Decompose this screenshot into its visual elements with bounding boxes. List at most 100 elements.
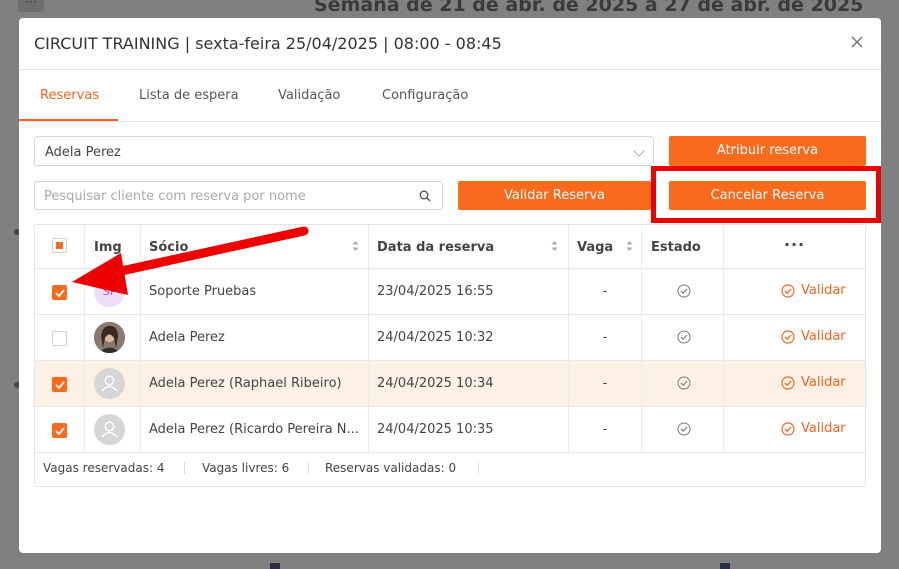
row-member-cell: Adela Perez (Raphael Ribeiro): [141, 361, 369, 406]
row-member-cell: Soporte Pruebas: [141, 269, 369, 314]
row-checkbox[interactable]: [52, 377, 67, 392]
check-circle-icon: [781, 422, 795, 436]
row-status-cell: [642, 407, 724, 452]
header-status-label: Estado: [651, 240, 701, 255]
validate-link[interactable]: Validar: [781, 375, 846, 390]
row-select-cell: [35, 315, 85, 360]
row-checkbox[interactable]: [52, 331, 67, 346]
search-input[interactable]: [44, 187, 404, 205]
reservation-date: 23/04/2025 16:55: [377, 284, 494, 299]
tab-configuracao[interactable]: Configuração: [382, 88, 468, 103]
reservation-date: 24/04/2025 10:32: [377, 330, 494, 345]
reserved-spots: Vagas reservadas: 4: [43, 461, 165, 475]
row-select-cell: [35, 407, 85, 452]
reservations-table: Img Sócio Data da reserva Vaga Estado ··…: [34, 224, 866, 487]
header-date-label: Data da reserva: [377, 240, 495, 255]
row-img-cell: [85, 315, 141, 360]
validate-reservation-button[interactable]: Validar Reserva: [458, 181, 651, 210]
row-img-cell: SP: [85, 269, 141, 314]
row-select-cell: [35, 269, 85, 314]
tab-validacao[interactable]: Validação: [278, 88, 340, 103]
row-checkbox[interactable]: [52, 285, 67, 300]
row-action-cell: Validar: [724, 361, 865, 406]
validate-label: Validar: [801, 375, 846, 390]
row-action-cell: Validar: [724, 269, 865, 314]
background-bar: [720, 563, 730, 569]
table-row[interactable]: SP Soporte Pruebas 23/04/2025 16:55 - Va…: [35, 269, 865, 315]
header-spot-label: Vaga: [577, 240, 614, 255]
select-all-checkbox[interactable]: [52, 238, 67, 253]
reservation-date: 24/04/2025 10:35: [377, 422, 494, 437]
spot-value: -: [602, 376, 608, 391]
sort-icon[interactable]: [626, 240, 633, 252]
reservations-modal: CIRCUIT TRAINING | sexta-feira 25/04/202…: [19, 18, 881, 553]
header-actions[interactable]: ···: [724, 225, 865, 268]
background-menu-button[interactable]: ···: [18, 0, 44, 12]
validate-label: Validar: [801, 283, 846, 298]
check-circle-icon: [677, 376, 691, 390]
avatar: SP: [94, 276, 125, 307]
member-name: Adela Perez (Raphael Ribeiro): [149, 376, 342, 391]
row-spot-cell: -: [569, 407, 642, 452]
row-date-cell: 24/04/2025 10:32: [369, 315, 569, 360]
validate-link[interactable]: Validar: [781, 329, 846, 344]
check-circle-icon: [677, 422, 691, 436]
check-circle-icon: [781, 284, 795, 298]
row-img-cell: [85, 361, 141, 406]
client-select[interactable]: Adela Perez: [34, 136, 654, 166]
row-status-cell: [642, 315, 724, 360]
validate-link[interactable]: Validar: [781, 283, 846, 298]
row-status-cell: [642, 269, 724, 314]
member-name: Soporte Pruebas: [149, 284, 257, 299]
divider: [184, 462, 185, 474]
row-img-cell: [85, 407, 141, 452]
row-date-cell: 24/04/2025 10:35: [369, 407, 569, 452]
check-circle-icon: [781, 330, 795, 344]
modal-title: CIRCUIT TRAINING | sexta-feira 25/04/202…: [34, 34, 502, 53]
background-bar: [270, 563, 280, 569]
check-circle-icon: [677, 330, 691, 344]
header-member[interactable]: Sócio: [141, 225, 369, 268]
row-date-cell: 24/04/2025 10:34: [369, 361, 569, 406]
validate-link[interactable]: Validar: [781, 421, 846, 436]
row-select-cell: [35, 361, 85, 406]
validated-reservations: Reservas validadas: 0: [325, 461, 457, 475]
member-name: Adela Perez: [149, 330, 225, 345]
check-circle-icon: [677, 284, 691, 298]
assign-reservation-button[interactable]: Atribuir reserva: [669, 136, 866, 166]
free-spots: Vagas livres: 6: [202, 461, 290, 475]
more-options-icon[interactable]: ···: [724, 235, 865, 254]
header-spot[interactable]: Vaga: [569, 225, 642, 268]
client-select-value: Adela Perez: [45, 145, 121, 160]
check-circle-icon: [781, 376, 795, 390]
table-summary: Vagas reservadas: 4 Vagas livres: 6 Rese…: [35, 452, 865, 486]
close-icon[interactable]: [850, 35, 864, 49]
table-row[interactable]: Adela Perez (Ricardo Pereira N... 24/04/…: [35, 407, 865, 453]
header-date[interactable]: Data da reserva: [369, 225, 569, 268]
chevron-down-icon: [633, 145, 645, 157]
tab-reservas[interactable]: Reservas: [40, 88, 99, 103]
validate-label: Validar: [801, 421, 846, 436]
reservation-date: 24/04/2025 10:34: [377, 376, 494, 391]
divider: [478, 462, 479, 474]
row-action-cell: Validar: [724, 315, 865, 360]
row-checkbox[interactable]: [52, 423, 67, 438]
row-date-cell: 23/04/2025 16:55: [369, 269, 569, 314]
spot-value: -: [602, 284, 608, 299]
user-placeholder-icon: [94, 368, 125, 399]
modal-header: CIRCUIT TRAINING | sexta-feira 25/04/202…: [19, 18, 881, 70]
divider: [308, 462, 309, 474]
table-row[interactable]: Adela Perez (Raphael Ribeiro) 24/04/2025…: [35, 361, 865, 407]
spot-value: -: [602, 422, 608, 437]
user-placeholder-icon: [94, 414, 125, 445]
sort-icon[interactable]: [551, 240, 558, 252]
spot-value: -: [602, 330, 608, 345]
tab-lista-de-espera[interactable]: Lista de espera: [139, 88, 239, 103]
member-name: Adela Perez (Ricardo Pereira N...: [149, 422, 359, 437]
sort-icon[interactable]: [352, 240, 359, 252]
header-status: Estado: [642, 225, 724, 268]
search-field[interactable]: [34, 181, 443, 210]
search-icon[interactable]: [419, 190, 431, 202]
table-row[interactable]: Adela Perez 24/04/2025 10:32 - Validar: [35, 315, 865, 361]
header-img: Img: [85, 225, 141, 268]
